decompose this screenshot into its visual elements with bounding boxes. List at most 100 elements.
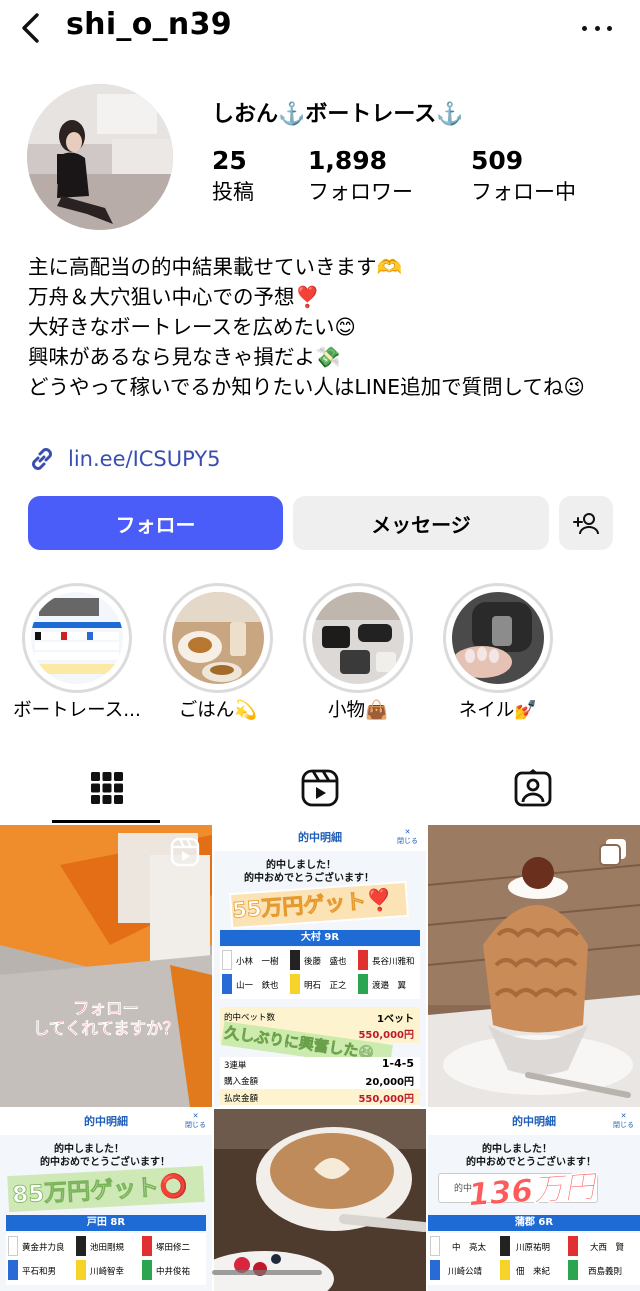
profile-link-text: lin.ee/ICSUPY5: [68, 447, 221, 471]
highlight-boatrace[interactable]: ボートレース...: [13, 583, 141, 721]
posts-grid: フォロー してくれてますか？ 的中明細 ✕ 閉じる 的中しました！ 的中おめでとう…: [0, 825, 640, 1291]
buy-label: 購入金額: [224, 1077, 259, 1087]
post-thumbnail[interactable]: 的中明細 ✕ 閉じる 的中しました！ 的中おめでとうございます！ 55万円ゲット❣…: [214, 825, 426, 1107]
highlight-cover: [31, 592, 123, 684]
posts-label: 投稿: [212, 180, 254, 204]
racer-name: 池田剛規: [90, 1243, 125, 1253]
venue-bar: 蒲郡 6R: [428, 1215, 640, 1231]
hit-message: 的中しました！ 的中おめでとうございます！: [26, 1143, 170, 1169]
post-thumbnail[interactable]: [214, 1109, 426, 1291]
racer-name: 平石和男: [22, 1267, 57, 1277]
content-tabs: [0, 752, 640, 824]
post-thumbnail[interactable]: 的中明細 ✕ 閉じる 的中しました！ 的中おめでとうございます！ 85万円ゲット⭕…: [0, 1109, 212, 1291]
hit-message: 的中しました！ 的中おめでとうございます！: [244, 859, 374, 885]
highlight-cover: [312, 592, 404, 684]
highlight-cover: [452, 592, 544, 684]
racer-name: 大西 賢: [590, 1243, 625, 1253]
link-icon: [32, 448, 52, 470]
avatar-photo: [27, 84, 173, 230]
more-dot: [594, 25, 600, 31]
highlight-ring: [303, 583, 413, 693]
hit-line: 的中しました！: [266, 860, 336, 871]
add-person-icon: [573, 513, 599, 535]
post-thumbnail[interactable]: [428, 825, 640, 1107]
chevron-left-icon: [22, 13, 39, 43]
followers-stat[interactable]: 1,898 フォロワー: [308, 145, 413, 207]
reels-icon: [301, 769, 338, 807]
profile-link[interactable]: lin.ee/ICSUPY5: [28, 443, 221, 475]
racer-name: 西島義則: [588, 1267, 623, 1277]
highlight-ring: [22, 583, 132, 693]
more-horizontal-icon: [582, 25, 587, 31]
back-button[interactable]: [10, 6, 50, 50]
tab-tagged[interactable]: [426, 752, 639, 824]
highlight-nail[interactable]: ネイル💅: [443, 583, 553, 721]
tagged-icon: [514, 769, 551, 807]
bio-line: どうやって稼いでるか知りたい人はLINE追加で質問してね😉: [28, 375, 585, 399]
racer-name: 後藤 盛也: [304, 957, 347, 967]
follow-button[interactable]: フォロー: [28, 496, 283, 550]
hit-line: 的中おめでとうございます！: [244, 873, 374, 884]
buy-value: 20,000円: [365, 1077, 414, 1088]
more-options-button[interactable]: [582, 18, 612, 38]
post-thumbnail[interactable]: 的中明細 ✕ 閉じる 的中しました！ 的中おめでとうございます！ 的中 136万円…: [428, 1109, 640, 1291]
venue-bar: 大村 9R: [220, 930, 420, 946]
racer-name: 黄金井力良: [22, 1243, 65, 1253]
amount-sticker: 136万円: [467, 1168, 597, 1214]
following-stat[interactable]: 509 フォロー中: [471, 145, 576, 207]
racer-name: 渡邉 翼: [372, 981, 407, 991]
venue-bar: 戸田 8R: [6, 1215, 206, 1231]
close-label: ✕ 閉じる: [185, 1112, 206, 1129]
top-bar: shi_o_n39: [0, 0, 640, 56]
bet-label: 的中ベット数: [224, 1013, 276, 1023]
profile-username: shi_o_n39: [66, 7, 232, 42]
more-dot: [607, 25, 612, 31]
highlight-ring: [163, 583, 273, 693]
highlight-goods[interactable]: 小物👜: [303, 583, 413, 721]
racer-name: 川原祐明: [516, 1243, 551, 1253]
message-button[interactable]: メッセージ: [293, 496, 549, 550]
tab-reels[interactable]: [213, 752, 426, 824]
display-name: しおん⚓️ボートレース⚓️: [212, 102, 464, 127]
close-text: 閉じる: [397, 837, 418, 845]
refund-value: 550,000円: [358, 1094, 414, 1105]
payout-value: 550,000円: [358, 1030, 414, 1041]
racer-name: 塚田修二: [156, 1243, 191, 1253]
highlight-ring: [443, 583, 553, 693]
bet-value: 1ベット: [377, 1014, 414, 1025]
hit-line: 的中しました！: [482, 1144, 552, 1155]
suggest-users-button[interactable]: [559, 496, 613, 550]
highlight-label: ネイル💅: [458, 700, 538, 721]
followers-count: 1,898: [308, 146, 388, 175]
bio-line: 大好きなボートレースを広めたい😊: [28, 315, 356, 339]
racer-name: 佃 来紀: [516, 1267, 551, 1277]
close-label: ✕ 閉じる: [613, 1112, 634, 1129]
racer-name: 中 亮太: [452, 1243, 487, 1253]
bet-type: 3連単: [224, 1061, 247, 1071]
bio-line: 主に高配当の的中結果載せていきます🫶: [28, 255, 403, 279]
bio-line: 興味があるなら見なきゃ損だよ💸: [28, 345, 341, 369]
bet-combo: 1-4-5: [381, 1057, 414, 1070]
highlight-food[interactable]: ごはん💫: [163, 583, 273, 721]
hit-line: 的中おめでとうございます！: [40, 1157, 170, 1168]
hit-line: 的中しました！: [54, 1144, 124, 1155]
racer-name: 明石 正之: [304, 981, 347, 991]
active-tab-indicator: [52, 820, 160, 823]
tab-posts-grid[interactable]: [0, 752, 213, 824]
highlight-cover: [172, 592, 264, 684]
racer-name: 小林 一樹: [236, 957, 279, 967]
following-count: 509: [471, 146, 524, 175]
following-label: フォロー中: [471, 180, 576, 204]
close-text: 閉じる: [185, 1121, 206, 1129]
avatar[interactable]: [27, 84, 173, 230]
result-header: 的中明細: [428, 1109, 640, 1135]
followers-label: フォロワー: [308, 180, 413, 204]
result-header: 的中明細: [214, 825, 426, 851]
racer-name: 中井俊祐: [156, 1267, 191, 1277]
posts-stat: 25 投稿: [212, 145, 254, 207]
result-header: 的中明細: [0, 1109, 212, 1135]
reel-caption: してくれてますか？: [32, 1019, 180, 1038]
grid-icon: [90, 772, 123, 804]
close-label: ✕ 閉じる: [397, 828, 418, 845]
post-thumbnail[interactable]: フォロー してくれてますか？: [0, 825, 212, 1107]
